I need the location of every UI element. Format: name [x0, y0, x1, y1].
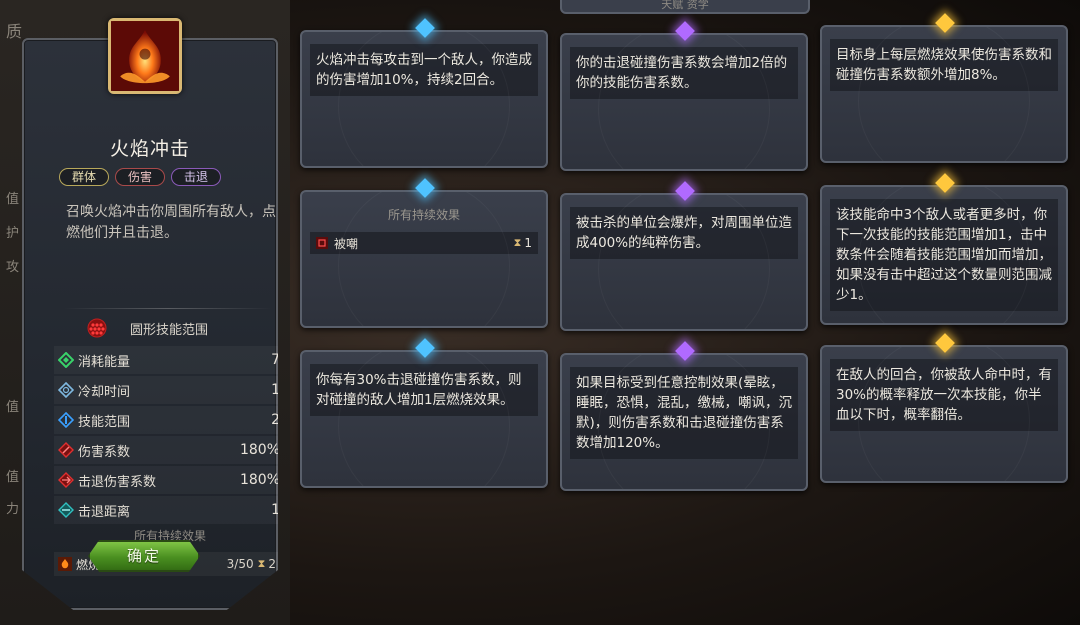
stat-row-range: 技能范围 2 [54, 406, 278, 434]
cooldown-icon [58, 382, 74, 398]
talent-card[interactable]: 火焰冲击每攻击到一个敌人，你造成的伤害增加10%，持续2回合。 [300, 30, 548, 168]
stat-row-knockback-distance: 击退距离 1 [54, 496, 278, 524]
stat-label: 击退距离 [78, 504, 131, 520]
talent-card-text: 你的击退碰撞伤害系数会增加2倍的你的技能伤害系数。 [570, 47, 798, 99]
taunt-icon [316, 237, 328, 249]
talent-card-text: 在敌人的回合，你被敌人命中时，有30%的概率释放一次本技能，你半血以下时，概率翻… [830, 359, 1058, 431]
talent-card-text: 目标身上每层燃烧效果使伤害系数和碰撞伤害系数额外增加8%。 [830, 39, 1058, 91]
damage-icon [58, 442, 74, 458]
bg-label: 质 [6, 22, 23, 41]
talent-card-text: 该技能命中3个敌人或者更多时，你下一次技能的技能范围增加1，击中数条件会随着技能… [830, 199, 1058, 311]
skill-icon [108, 18, 182, 94]
stat-row-knockback-damage: 击退伤害系数 180% [54, 466, 280, 494]
skill-range-row: 圆形技能范围 [84, 318, 208, 338]
talent-card-text: 如果目标受到任意控制效果(晕眩，睡眠，恐惧，混乱，缴械，嘲讽，沉默)，则伤害系数… [570, 367, 798, 459]
knockback-distance-icon [58, 502, 74, 518]
stat-label: 伤害系数 [78, 444, 131, 460]
stat-value: 180% [239, 472, 280, 488]
taunt-effect-row: 被嘲 ⧗ 1 [310, 232, 538, 254]
talent-card-text: 你每有30%击退碰撞伤害系数，则对碰撞的敌人增加1层燃烧效果。 [310, 364, 538, 416]
talent-card[interactable]: 你每有30%击退碰撞伤害系数，则对碰撞的敌人增加1层燃烧效果。 [300, 350, 548, 488]
stat-label: 冷却时间 [78, 384, 131, 400]
talent-card[interactable]: 目标身上每层燃烧效果使伤害系数和碰撞伤害系数额外增加8%。 [820, 25, 1068, 163]
skill-detail-panel: 火焰冲击 群体 伤害 击退 召唤火焰冲击你周围所有敌人，点燃他们并且击退。 圆形… [22, 38, 278, 610]
confirm-button[interactable]: 确定 [88, 540, 200, 572]
bg-label: 力 [6, 502, 20, 517]
tag-knockback: 击退 [171, 168, 222, 186]
stat-label: 击退伤害系数 [78, 474, 157, 490]
circle-range-icon [87, 318, 107, 338]
talent-card[interactable]: 如果目标受到任意控制效果(晕眩，睡眠，恐惧，混乱，缴械，嘲讽，沉默)，则伤害系数… [560, 353, 808, 491]
burn-icon [58, 557, 72, 571]
talent-card[interactable]: 你的击退碰撞伤害系数会增加2倍的你的技能伤害系数。 [560, 33, 808, 171]
range-icon [58, 412, 74, 428]
effect-duration: 1 [524, 236, 532, 250]
bg-label: 值 [6, 470, 20, 485]
bg-label: 护 [6, 226, 20, 241]
tag-damage: 伤害 [115, 168, 166, 186]
tag-aoe: 群体 [59, 168, 110, 186]
effect-duration: 2 [268, 557, 276, 571]
talent-card[interactable]: 被击杀的单位会爆炸，对周围单位造成400%的纯粹伤害。 [560, 193, 808, 331]
bg-label: 值 [6, 192, 20, 207]
divider [64, 308, 272, 309]
stat-row-energy: 消耗能量 7 [54, 346, 278, 374]
bg-label: 值 [6, 400, 20, 415]
stat-label: 消耗能量 [78, 354, 131, 370]
stat-row-cooldown: 冷却时间 1 [54, 376, 278, 404]
stat-value: 180% [239, 442, 280, 458]
effect-stacks: 3/50 [226, 557, 254, 571]
effect-name: 被嘲 [334, 236, 359, 251]
talent-card[interactable]: 所有持续效果 被嘲 ⧗ 1 [300, 190, 548, 328]
stat-row-damage: 伤害系数 180% [54, 436, 280, 464]
talent-card[interactable]: 该技能命中3个敌人或者更多时，你下一次技能的技能范围增加1，击中数条件会随着技能… [820, 185, 1068, 325]
talent-card-text: 火焰冲击每攻击到一个敌人，你造成的伤害增加10%，持续2回合。 [310, 44, 538, 96]
talent-header-text: 天赋 资学 [661, 0, 709, 11]
stat-label: 技能范围 [78, 414, 131, 430]
skill-stats: 消耗能量 7 冷却时间 1 技能范围 2 伤害系数 180% 击退伤害系数 18… [54, 346, 280, 526]
skill-tags: 群体 伤害 击退 [59, 168, 222, 186]
fire-blast-icon [111, 21, 179, 91]
range-label: 圆形技能范围 [130, 322, 209, 338]
talent-header-tab: 天赋 资学 [560, 0, 810, 14]
skill-title: 火焰冲击 [109, 138, 190, 160]
bg-label: 攻 [6, 260, 20, 275]
hourglass-icon: ⧗ [257, 557, 266, 570]
diamond-energy-icon [58, 352, 74, 368]
talent-card[interactable]: 在敌人的回合，你被敌人命中时，有30%的概率释放一次本技能，你半血以下时，概率翻… [820, 345, 1068, 483]
hourglass-icon: ⧗ [513, 236, 522, 249]
knockback-damage-icon [58, 472, 74, 488]
skill-description: 召唤火焰冲击你周围所有敌人，点燃他们并且击退。 [66, 204, 276, 241]
effects-header: 所有持续效果 [387, 208, 460, 222]
talent-card-text: 被击杀的单位会爆炸，对周围单位造成400%的纯粹伤害。 [570, 207, 798, 259]
